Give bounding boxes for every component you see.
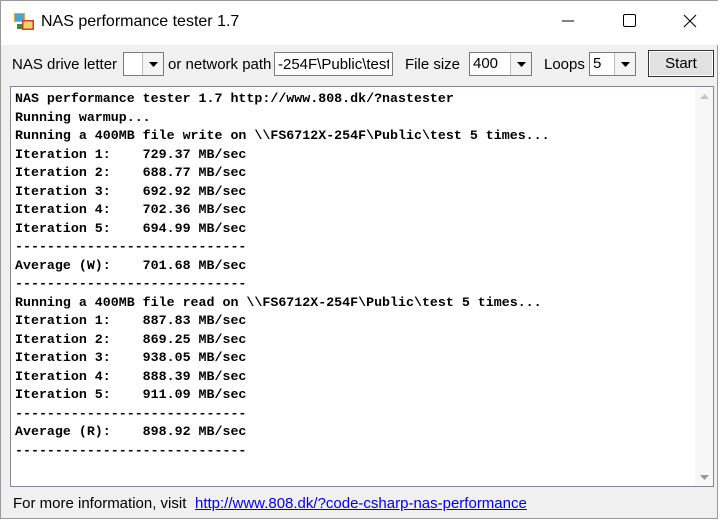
drive-letter-select[interactable] bbox=[123, 52, 164, 76]
output-log-line: Average (W): 701.68 MB/sec bbox=[15, 257, 247, 273]
title-bar[interactable]: NAS performance tester 1.7 bbox=[1, 1, 719, 45]
output-log-line: Iteration 1: 887.83 MB/sec bbox=[15, 313, 247, 328]
output-log-line: Iteration 5: 911.09 MB/sec bbox=[15, 387, 247, 402]
file-size-value: 400 bbox=[473, 55, 499, 72]
loops-label: Loops bbox=[544, 56, 585, 73]
nas-app-icon bbox=[14, 13, 34, 31]
footer-link[interactable]: http://www.808.dk/?code-csharp-nas-perfo… bbox=[195, 495, 527, 512]
maximize-icon bbox=[622, 14, 636, 32]
loops-select[interactable]: 5 bbox=[589, 52, 636, 76]
minimize-icon bbox=[562, 14, 574, 32]
window-title: NAS performance tester 1.7 bbox=[41, 13, 240, 30]
app-window: NAS performance tester 1.7 NAS drive let… bbox=[0, 0, 719, 519]
file-size-label: File size bbox=[405, 56, 461, 73]
minimize-button[interactable] bbox=[537, 1, 599, 45]
output-log-line: Running warmup... bbox=[15, 109, 151, 125]
output-log-line: Iteration 3: 692.92 MB/sec bbox=[15, 183, 247, 199]
close-icon bbox=[683, 14, 697, 33]
output-log-line: ----------------------------- bbox=[15, 405, 247, 421]
output-log-line: Iteration 1: 729.37 MB/sec bbox=[15, 146, 247, 162]
vertical-scrollbar[interactable] bbox=[695, 87, 713, 486]
scroll-down-icon[interactable] bbox=[695, 468, 713, 486]
output-log-line: Average (R): 898.92 MB/sec bbox=[15, 424, 247, 439]
file-size-select[interactable]: 400 bbox=[469, 52, 532, 76]
network-path-label: or network path bbox=[168, 56, 272, 73]
output-log-line: ----------------------------- bbox=[15, 239, 247, 254]
output-log-line: ----------------------------- bbox=[15, 442, 247, 458]
maximize-button[interactable] bbox=[598, 1, 660, 45]
chevron-down-icon[interactable] bbox=[510, 53, 531, 75]
chevron-down-icon[interactable] bbox=[614, 53, 635, 75]
close-button[interactable] bbox=[659, 1, 720, 45]
scroll-up-icon[interactable] bbox=[695, 87, 713, 105]
start-button[interactable]: Start bbox=[648, 50, 714, 77]
output-log-line: Iteration 4: 888.39 MB/sec bbox=[15, 368, 247, 384]
output-log-line: Iteration 4: 702.36 MB/sec bbox=[15, 202, 247, 217]
chevron-down-icon[interactable] bbox=[142, 53, 163, 75]
drive-letter-label: NAS drive letter bbox=[12, 56, 118, 73]
output-log[interactable]: NAS performance tester 1.7 http://www.80… bbox=[10, 86, 714, 487]
output-log-line: Iteration 5: 694.99 MB/sec bbox=[15, 220, 247, 236]
network-path-input[interactable] bbox=[274, 52, 393, 76]
output-log-line: Iteration 3: 938.05 MB/sec bbox=[15, 350, 247, 365]
output-log-line: Iteration 2: 688.77 MB/sec bbox=[15, 165, 247, 180]
output-log-line: NAS performance tester 1.7 http://www.80… bbox=[15, 91, 454, 106]
output-log-text: NAS performance tester 1.7 http://www.80… bbox=[15, 90, 691, 484]
output-log-line: Running a 400MB file write on \\FS6712X-… bbox=[15, 128, 550, 143]
footer-info-text: For more information, visit bbox=[13, 495, 187, 512]
output-log-line: Running a 400MB file read on \\FS6712X-2… bbox=[15, 294, 542, 310]
output-log-line: Iteration 2: 869.25 MB/sec bbox=[15, 331, 247, 347]
loops-value: 5 bbox=[593, 55, 602, 72]
output-log-line: ----------------------------- bbox=[15, 276, 247, 291]
